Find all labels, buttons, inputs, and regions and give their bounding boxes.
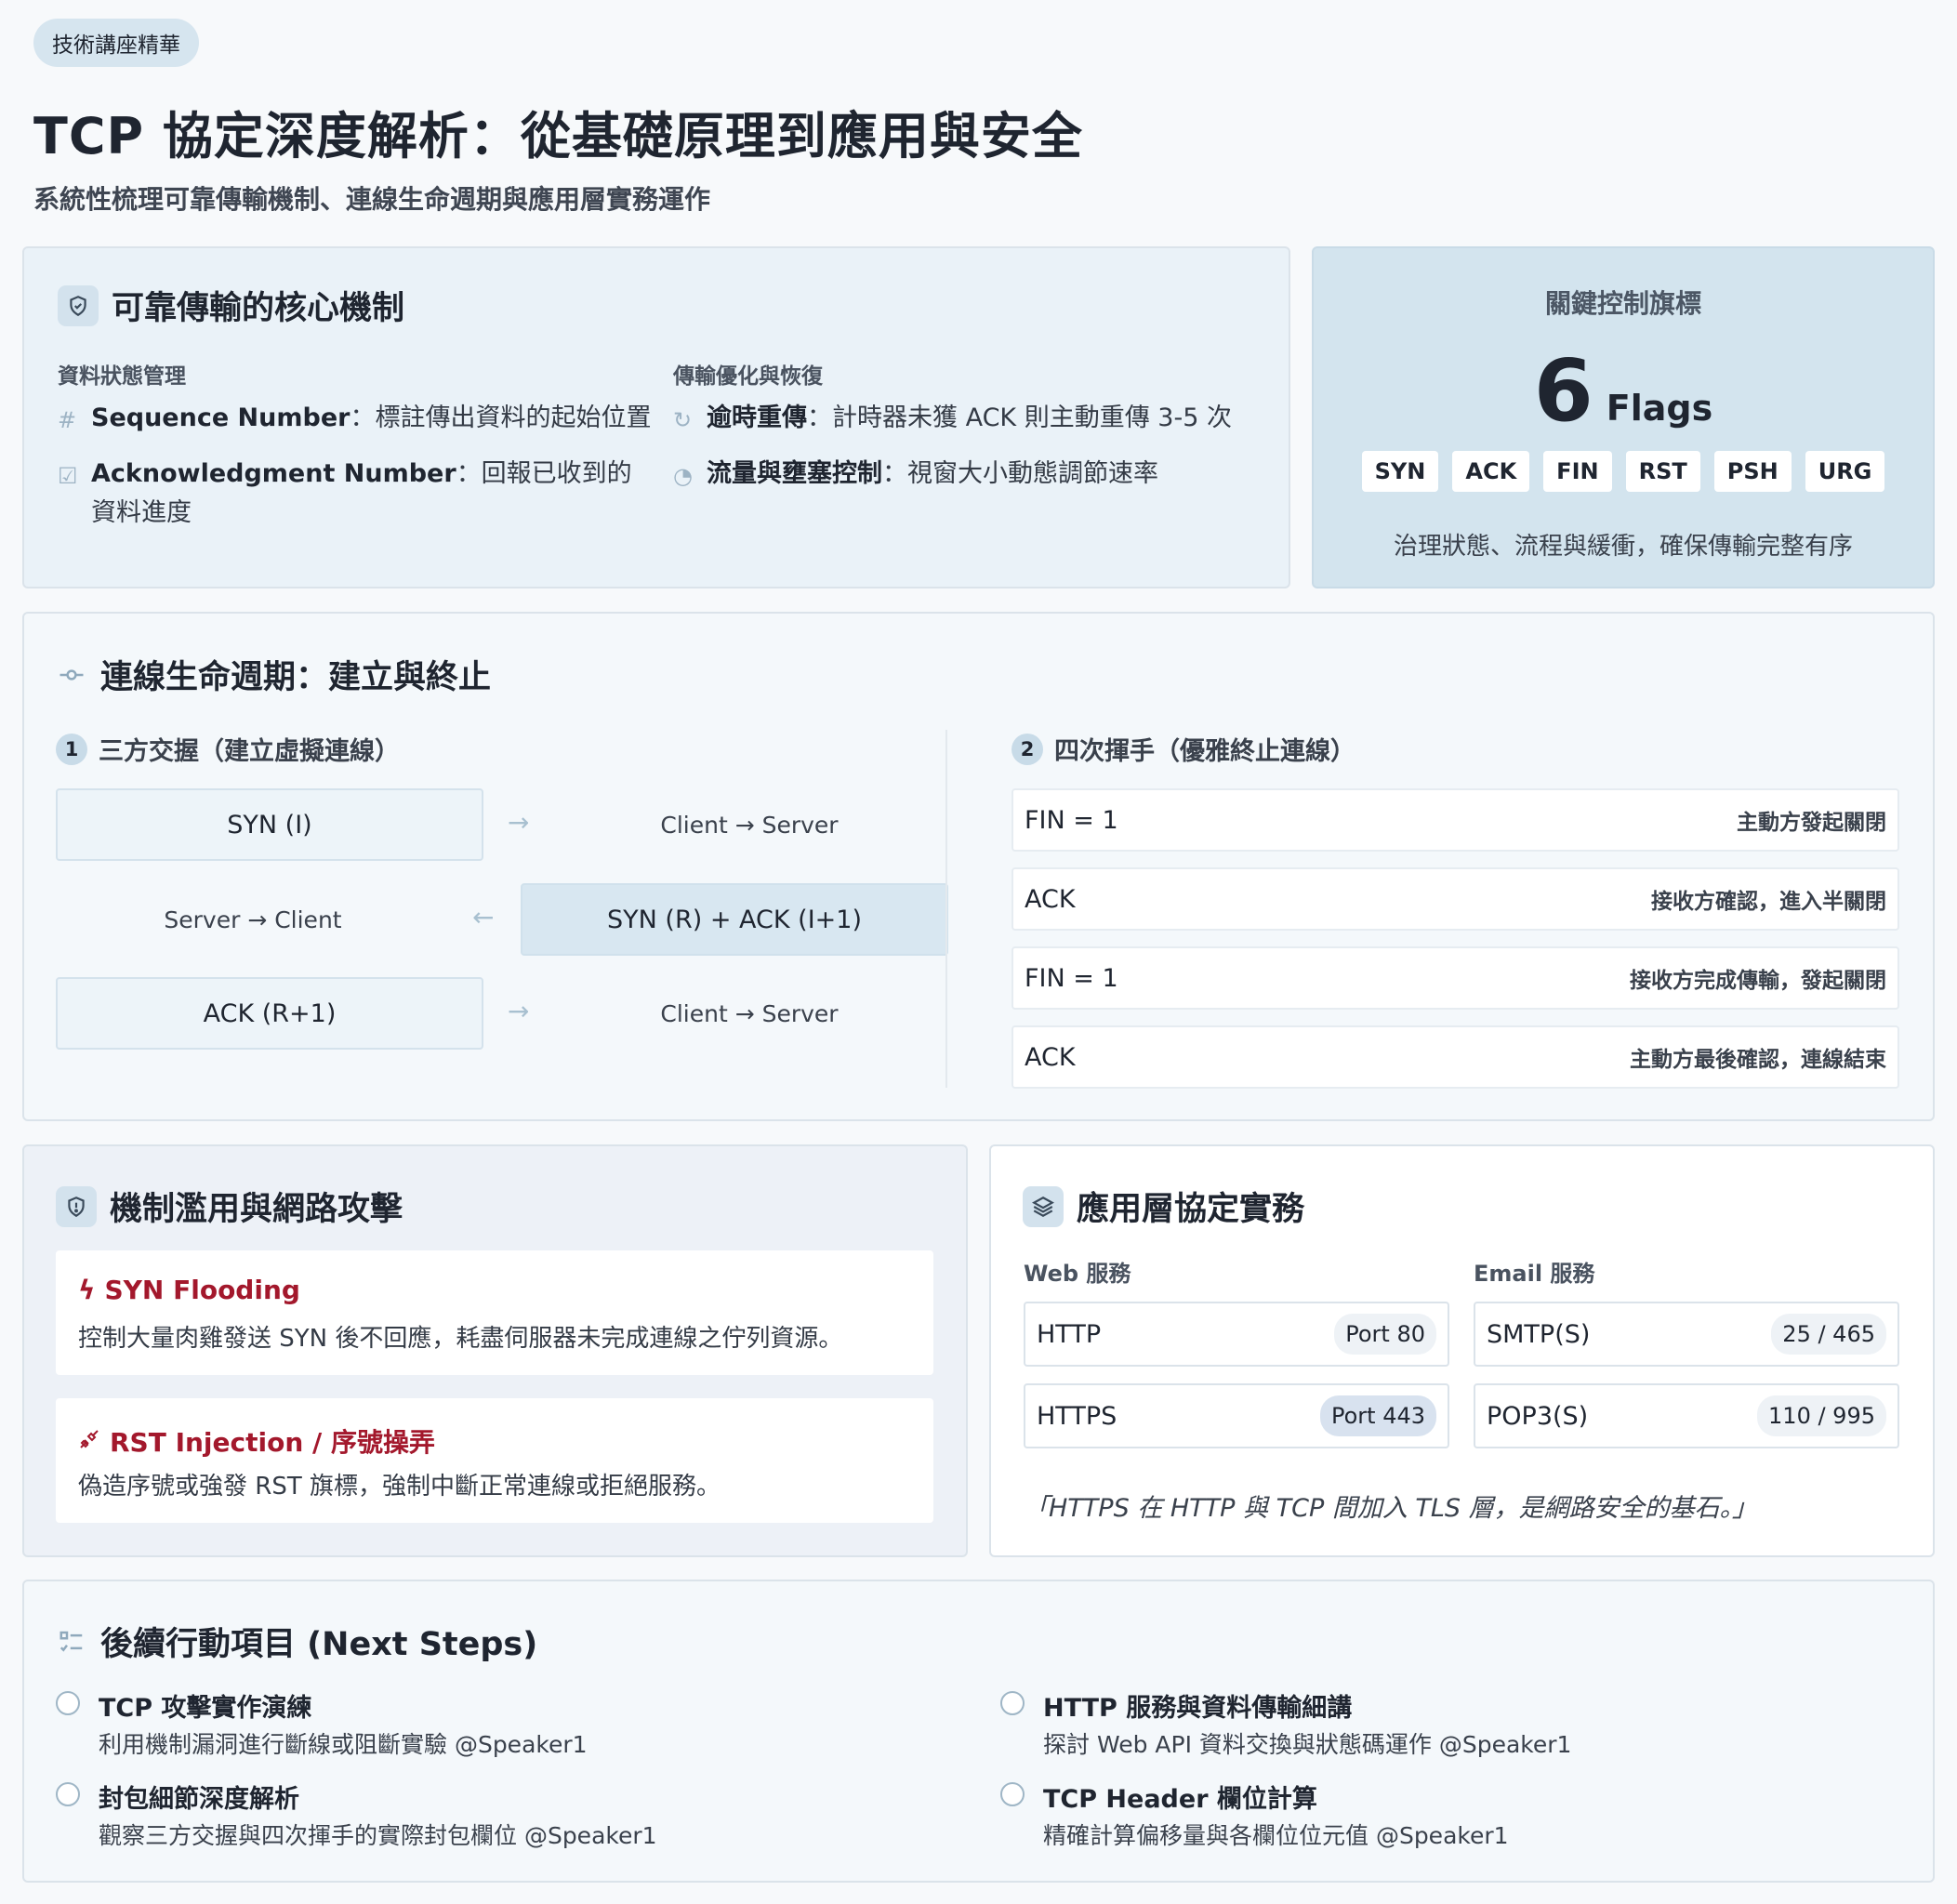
gauge-icon: ◔ <box>673 463 693 489</box>
hash-icon: # <box>58 407 77 433</box>
list-item: ◔ 流量與壅塞控制：視窗大小動態調節速率 <box>673 455 1268 494</box>
attack-item: RST Injection / 序號操弄 偽造序號或強發 RST 旗標，強制中斷… <box>56 1398 933 1523</box>
handshake-packet: ACK (R+1) <box>56 977 483 1050</box>
layers-icon <box>1023 1185 1064 1227</box>
next-step-item[interactable]: 封包細節深度解析 觀察三方交握與四次揮手的實際封包欄位 @Speaker1 <box>56 1778 948 1853</box>
page-subtitle: 系統性梳理可靠傳輸機制、連線生命週期與應用層實務運作 <box>33 184 711 215</box>
page-header: 技術講座精華 TCP 協定深度解析：從基礎原理到應用與安全 系統性梳理可靠傳輸機… <box>33 19 1800 217</box>
control-flags-card: 關鍵控制旗標 6 Flags SYN ACK FIN RST PSH URG 治理… <box>1312 246 1935 588</box>
core-mechanisms-title: 可靠傳輸的核心機制 <box>58 282 404 329</box>
arrow-left-icon: ← <box>472 902 495 932</box>
commit-icon <box>56 659 87 691</box>
list-item: ↻ 逾時重傳：計時器未獲 ACK 則主動重傳 3-5 次 <box>673 399 1268 438</box>
flags-description: 治理狀態、流程與緩衝，確保傳輸完整有序 <box>1393 533 1853 561</box>
column-divider <box>945 730 947 1088</box>
handshake-direction: Client → Server <box>660 812 839 839</box>
checkbox[interactable] <box>1000 1691 1025 1715</box>
service-row: POP3(S) 110 / 995 <box>1474 1383 1899 1448</box>
list-item: # Sequence Number：標註傳出資料的起始位置 <box>58 399 653 438</box>
handshake-direction: Server → Client <box>164 906 342 933</box>
handshake-packet: SYN (I) <box>56 788 483 861</box>
check-square-icon: ☑ <box>58 463 78 489</box>
https-quote: 「HTTPS 在 HTTP 與 TCP 間加入 TLS 層，是網路安全的基石。」 <box>1024 1494 1758 1523</box>
checkbox[interactable] <box>56 1691 80 1715</box>
email-services-label: Email 服務 <box>1474 1261 1595 1287</box>
core-mechanisms-card: 可靠傳輸的核心機制 資料狀態管理 # Sequence Number：標註傳出資… <box>22 246 1290 588</box>
flag-chip: SYN <box>1361 451 1439 492</box>
step-number: 2 <box>1012 733 1043 765</box>
unplug-icon <box>78 1426 100 1457</box>
arrow-right-icon: → <box>508 996 530 1026</box>
category-tag: 技術講座精華 <box>33 19 199 67</box>
flags-count: 6 Flags <box>1533 341 1713 441</box>
lifecycle-title: 連線生命週期：建立與終止 <box>56 651 491 698</box>
port-badge: 110 / 995 <box>1757 1395 1886 1436</box>
handshake-packet: SYN (R) + ACK (I+1) <box>521 883 948 956</box>
list-item: ☑ Acknowledgment Number：回報已收到的資料進度 <box>58 455 653 533</box>
checklist-icon <box>56 1626 87 1658</box>
flag-chip: PSH <box>1713 451 1792 492</box>
flag-chip: RST <box>1625 451 1700 492</box>
port-badge: Port 80 <box>1334 1314 1436 1355</box>
optimization-label: 傳輸優化與恢復 <box>673 364 823 389</box>
shield-alert-icon <box>56 1185 97 1227</box>
flag-chip: ACK <box>1452 451 1530 492</box>
flags-label: 關鍵控制旗標 <box>1544 288 1701 319</box>
app-layer-title: 應用層協定實務 <box>1023 1183 1304 1230</box>
shield-check-icon <box>58 284 99 326</box>
flag-chip: FIN <box>1543 451 1612 492</box>
teardown-step: ACK 接收方確認，進入半關閉 <box>1012 867 1899 931</box>
lightning-icon: ϟ <box>78 1275 96 1305</box>
arrow-right-icon: → <box>508 807 530 838</box>
checkbox[interactable] <box>1000 1782 1025 1806</box>
handshake-direction: Client → Server <box>660 1000 839 1027</box>
refresh-icon: ↻ <box>673 407 693 433</box>
next-steps-title: 後續行動項目 (Next Steps) <box>56 1618 537 1665</box>
flag-chips: SYN ACK FIN RST PSH URG <box>1314 451 1933 492</box>
teardown-step: FIN = 1 主動方發起關閉 <box>1012 788 1899 852</box>
handshake-heading: 1 三方交握（建立虛擬連線） <box>56 731 400 767</box>
port-badge: 25 / 465 <box>1771 1314 1886 1355</box>
teardown-heading: 2 四次揮手（優雅終止連線） <box>1012 731 1355 767</box>
web-services-label: Web 服務 <box>1024 1261 1131 1287</box>
data-state-label: 資料狀態管理 <box>58 364 186 389</box>
step-number: 1 <box>56 733 87 765</box>
service-row: HTTP Port 80 <box>1024 1302 1449 1367</box>
next-step-item[interactable]: TCP 攻擊實作演練 利用機制漏洞進行斷線或阻斷實驗 @Speaker1 <box>56 1687 948 1762</box>
service-row: HTTPS Port 443 <box>1024 1383 1449 1448</box>
checkbox[interactable] <box>56 1782 80 1806</box>
teardown-step: FIN = 1 接收方完成傳輸，發起關閉 <box>1012 946 1899 1010</box>
service-row: SMTP(S) 25 / 465 <box>1474 1302 1899 1367</box>
flag-chip: URG <box>1805 451 1885 492</box>
attack-item: ϟ SYN Flooding 控制大量肉雞發送 SYN 後不回應，耗盡伺服器未完… <box>56 1250 933 1375</box>
port-badge: Port 443 <box>1319 1395 1436 1436</box>
next-step-item[interactable]: HTTP 服務與資料傳輸細講 探討 Web API 資料交換與狀態碼運作 @Sp… <box>1000 1687 1893 1762</box>
page-title: TCP 協定深度解析：從基礎原理到應用與安全 <box>33 107 1083 165</box>
teardown-step: ACK 主動方最後確認，連線結束 <box>1012 1025 1899 1089</box>
attacks-title: 機制濫用與網路攻擊 <box>56 1183 403 1230</box>
next-step-item[interactable]: TCP Header 欄位計算 精確計算偏移量與各欄位位元值 @Speaker1 <box>1000 1778 1893 1853</box>
